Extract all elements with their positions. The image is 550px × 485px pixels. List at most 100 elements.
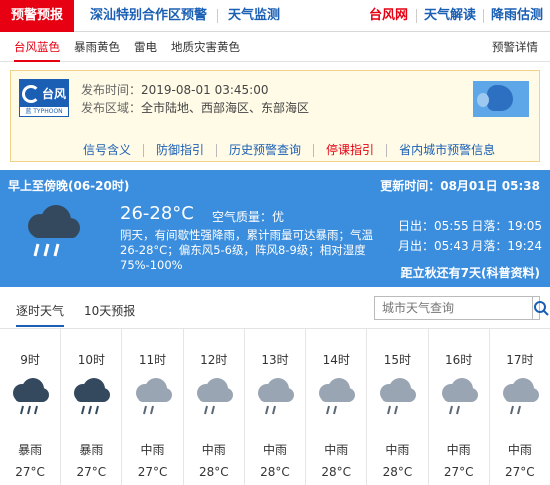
hour-temperature: 28°C [198, 465, 229, 479]
sunset-label: 日落： [471, 219, 508, 233]
hour-temperature: 28°C [260, 465, 290, 479]
class-suspension-link[interactable]: 停课指引 [314, 144, 388, 157]
city-search [374, 296, 549, 320]
hour-condition: 中雨 [262, 443, 287, 457]
moderate-rain-icon [135, 378, 172, 415]
moderate-rain-icon [380, 378, 417, 415]
publish-time-label: 发布时间： [81, 83, 142, 97]
hour-time: 17时 [506, 353, 534, 367]
typhoon-signal-icon: 台 风 蓝 TYPHOON [19, 79, 69, 117]
alert-details-link[interactable]: 预警详情 [492, 32, 538, 62]
top-nav: 预警预报 深汕特别合作区预警 天气监测 台风网 天气解读 降雨估测 [0, 0, 550, 32]
signal-english: TYPHOON [33, 108, 63, 115]
hour-condition: 中雨 [446, 443, 471, 457]
hour-column: 11时中雨 27°C [122, 329, 184, 485]
nav-link-interpretation[interactable]: 天气解读 [417, 8, 484, 23]
rain-cloud-icon [28, 205, 80, 257]
hour-temperature: 27°C [137, 465, 168, 479]
city-search-input[interactable] [375, 297, 532, 319]
publish-area-value: 全市陆地、西部海区、东部海区 [141, 101, 310, 115]
nav-link-shenshan[interactable]: 深汕特别合作区预警 [80, 8, 219, 23]
typhoon-swirl-icon [21, 84, 40, 103]
hour-temperature: 28°C [382, 465, 413, 479]
hour-condition: 暴雨 [18, 443, 43, 457]
hour-time: 12时 [200, 353, 228, 367]
forecast-tabs: 逐时天气 10天预报 [0, 287, 550, 329]
nav-link-rain-estimate[interactable]: 降雨估测 [484, 8, 550, 23]
nav-link-typhoon[interactable]: 台风网 [361, 8, 417, 23]
hour-condition: 中雨 [324, 443, 349, 457]
province-warnings-link[interactable]: 省内城市预警信息 [387, 144, 507, 157]
hour-column: 16时中雨 27°C [429, 329, 490, 485]
hour-column: 13时中雨 28°C [245, 329, 307, 485]
sun-moon-times: 日出：05:55 日落：19:05 月出：05:43 月落：19:24 [398, 216, 542, 256]
hour-temperature: 28°C [321, 465, 352, 479]
hour-condition: 中雨 [507, 443, 532, 457]
weather-panel: 早上至傍晚(06-20时) 更新时间：08月01日 05:38 26-28°C … [0, 170, 550, 287]
rainstorm-icon [74, 378, 111, 415]
alert-tab-rainstorm-yellow[interactable]: 暴雨黄色 [74, 32, 120, 62]
hour-column: 14时中雨 28°C [306, 329, 368, 485]
sunset-time: 19:05 [507, 219, 542, 233]
tab-10day[interactable]: 10天预报 [84, 302, 135, 319]
air-quality-value: 优 [272, 210, 285, 224]
moonset-time: 19:24 [507, 239, 542, 253]
hour-temperature: 27°C [15, 465, 45, 479]
warning-map-thumbnail[interactable] [473, 81, 529, 117]
rainstorm-icon [13, 378, 50, 415]
forecast-period: 早上至傍晚(06-20时) [8, 179, 130, 193]
hour-time: 14时 [322, 353, 350, 367]
nav-warning-tab[interactable]: 预警预报 [0, 0, 75, 32]
moderate-rain-icon [319, 378, 356, 415]
hour-temperature: 27°C [505, 465, 535, 479]
update-time: 更新时间：08月01日 05:38 [380, 179, 540, 193]
hour-temperature: 27°C [443, 465, 474, 479]
search-button[interactable] [532, 297, 549, 319]
hour-condition: 中雨 [201, 443, 226, 457]
sunrise-time: 05:55 [434, 219, 469, 233]
tab-hourly[interactable]: 逐时天气 [16, 302, 65, 327]
search-icon [534, 301, 549, 316]
moderate-rain-icon [196, 378, 233, 415]
weather-description: 阴天，有间歇性强降雨，累计雨量可达暴雨；气温26-28°C；偏东风5-6级，阵风… [120, 228, 373, 272]
alert-tab-geological-yellow[interactable]: 地质灾害黄色 [171, 32, 240, 62]
alert-info: 发布时间：2019-08-01 03:45:00 发布区域：全市陆地、西部海区、… [81, 81, 309, 117]
signal-level: 蓝 [25, 108, 32, 115]
hour-column: 9时暴雨 27°C [0, 329, 62, 485]
hour-time: 16时 [445, 353, 473, 367]
hour-column: 15时 中雨 28°C [367, 329, 429, 485]
alert-tabs: 台风蓝色 暴雨黄色 雷电 地质灾害黄色 预警详情 [0, 32, 550, 62]
alert-tab-typhoon-blue[interactable]: 台风蓝色 [14, 32, 60, 62]
hourly-forecast: 9时 暴雨 27°C 10时 暴雨 27°C 11时 中雨 27°C 12时 中雨 28°C 13时 中雨… [0, 329, 550, 485]
solar-term-countdown-link[interactable]: 距立秋还有7天(科普资料) [401, 264, 540, 281]
sunrise-label: 日出： [398, 219, 435, 233]
signal-char-1: 台 [41, 87, 54, 101]
hour-time: 9时 [20, 353, 40, 367]
hour-condition: 中雨 [140, 443, 165, 457]
hour-condition: 暴雨 [79, 443, 104, 457]
alert-tab-thunder[interactable]: 雷电 [134, 32, 157, 62]
history-query-link[interactable]: 历史预警查询 [217, 144, 315, 157]
hour-time: 13时 [261, 353, 289, 367]
signal-char-2: 风 [54, 87, 67, 101]
moderate-rain-icon [502, 378, 539, 415]
hour-time: 15时 [383, 353, 412, 367]
air-quality-label: 空气质量： [212, 210, 273, 224]
defense-guide-link[interactable]: 防御指引 [144, 144, 218, 157]
signal-meaning-link[interactable]: 信号含义 [71, 144, 145, 157]
alert-links: 信号含义 防御指引 历史预警查询 停课指引 省内城市预警信息 [71, 144, 507, 157]
hour-column: 17时中雨 27°C [490, 329, 550, 485]
alert-box: 台 风 蓝 TYPHOON 发布时间：2019-08-01 03:45:00 发… [10, 70, 540, 162]
moonrise-time: 05:43 [434, 239, 469, 253]
moonrise-label: 月出： [398, 239, 435, 253]
moderate-rain-icon [257, 378, 294, 415]
moderate-rain-icon [441, 378, 478, 415]
publish-time-value: 2019-08-01 03:45:00 [141, 83, 269, 97]
hour-column: 12时中雨 28°C [184, 329, 245, 485]
hour-column: 10时 暴雨 27°C [61, 329, 123, 485]
hour-time: 11时 [138, 353, 167, 367]
nav-link-monitoring[interactable]: 天气监测 [218, 8, 290, 23]
hour-temperature: 27°C [76, 465, 107, 479]
temperature-range: 26-28°C [120, 203, 194, 224]
air-quality: 空气质量：优 [212, 208, 284, 225]
